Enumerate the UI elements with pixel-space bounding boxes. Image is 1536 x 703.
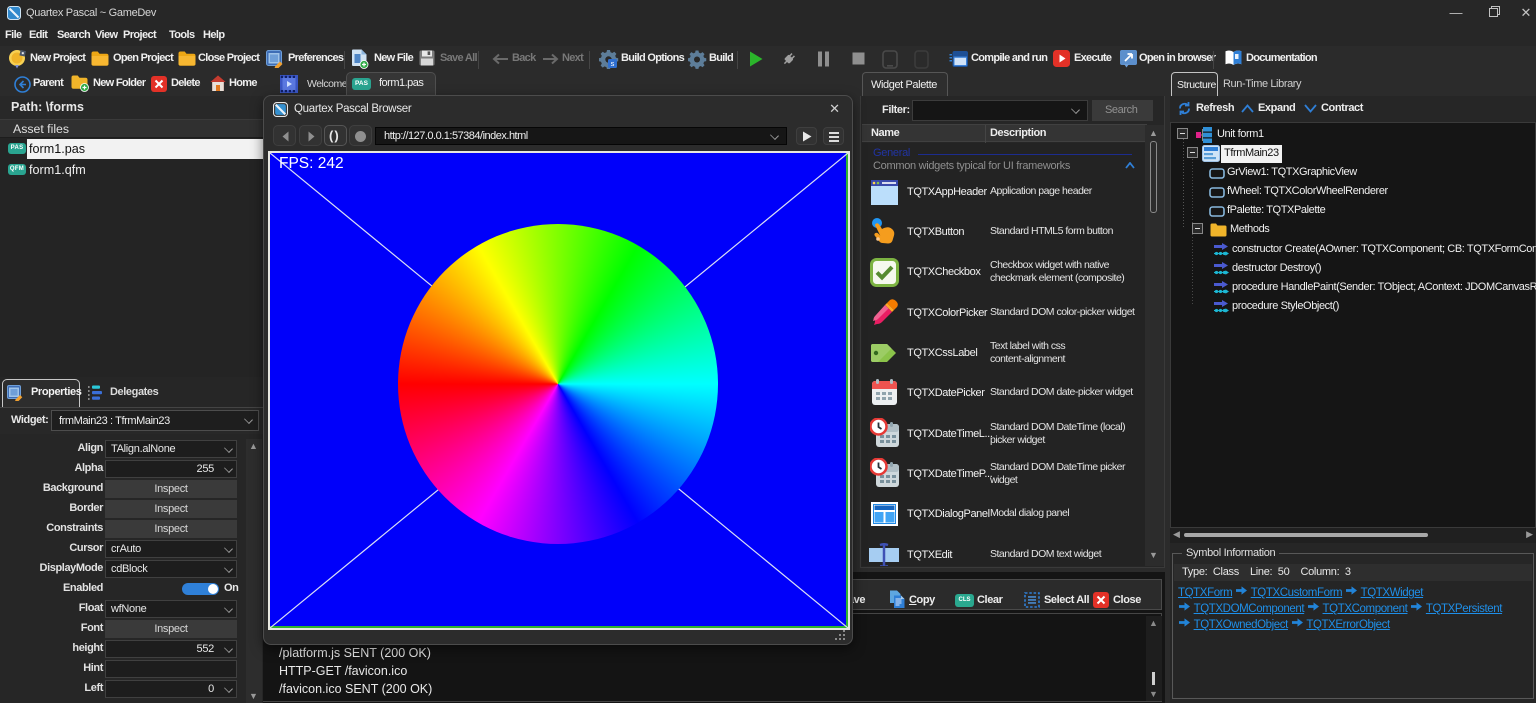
svg-text:s: s	[611, 59, 615, 68]
